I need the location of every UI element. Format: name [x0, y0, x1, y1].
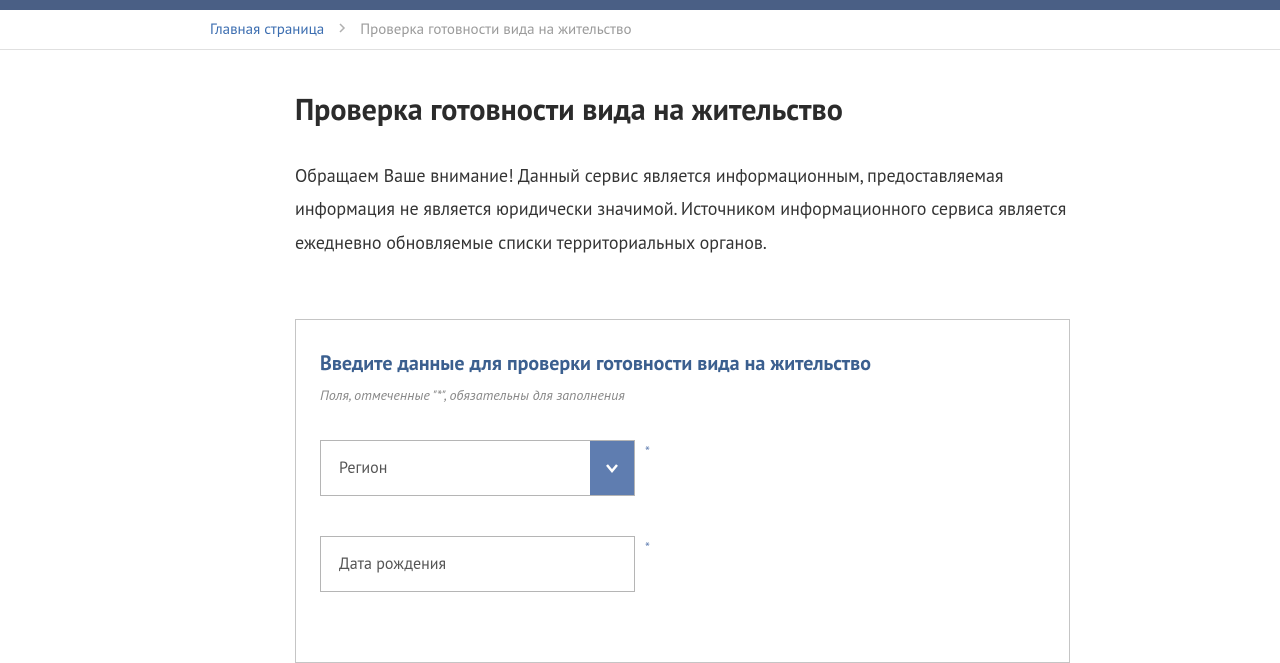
breadcrumb-home-link[interactable]: Главная страница — [210, 20, 324, 39]
header-bar — [0, 0, 1280, 10]
chevron-right-icon — [338, 22, 346, 37]
content: Проверка готовности вида на жительство О… — [70, 90, 1210, 663]
breadcrumb-container: Главная страница Проверка готовности вид… — [0, 10, 1280, 50]
region-required-mark: * — [645, 442, 650, 460]
breadcrumb-current: Проверка готовности вида на жительство — [360, 20, 631, 39]
form-title: Введите данные для проверки готовности в… — [320, 350, 1045, 376]
birthdate-row: * — [320, 536, 1045, 592]
region-select-label: Регион — [321, 441, 590, 495]
form-hint: Поля, отмеченные "*", обязательны для за… — [320, 386, 1045, 404]
main-content: Проверка готовности вида на жительство О… — [295, 90, 1070, 663]
region-select-button[interactable] — [590, 441, 634, 495]
region-select[interactable]: Регион — [320, 440, 635, 496]
birthdate-input[interactable] — [320, 536, 635, 592]
form-box: Введите данные для проверки готовности в… — [295, 319, 1070, 663]
intro-text: Обращаем Ваше внимание! Данный сервис яв… — [295, 159, 1070, 259]
region-row: Регион * — [320, 440, 1045, 496]
page-title: Проверка готовности вида на жительство — [295, 90, 1070, 129]
birthdate-required-mark: * — [645, 538, 650, 556]
chevron-down-icon — [605, 461, 619, 475]
breadcrumb: Главная страница Проверка готовности вид… — [70, 20, 1210, 39]
